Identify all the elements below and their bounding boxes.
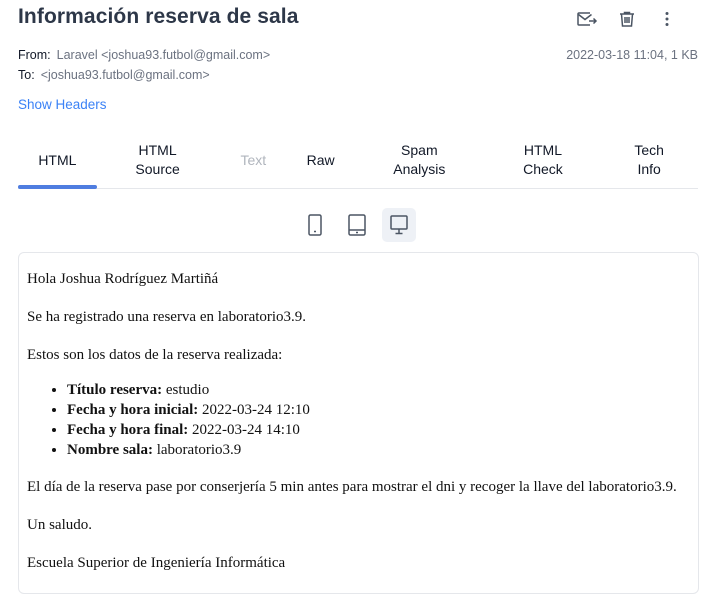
tab-text: Text	[240, 151, 267, 168]
tab-spam-analysis[interactable]: Spam Analysis	[353, 132, 486, 188]
detail-end: Fecha y hora final: 2022-03-24 14:10	[67, 420, 697, 440]
to-line: To: <joshua93.futbol@gmail.com>	[18, 68, 210, 82]
reservation-details-list: Título reserva: estudio Fecha y hora ini…	[27, 380, 697, 460]
message-actions	[567, 8, 687, 30]
tablet-view-button[interactable]	[340, 208, 374, 242]
show-headers-link[interactable]: Show Headers	[18, 97, 107, 112]
more-vertical-icon	[665, 12, 669, 26]
detail-start: Fecha y hora inicial: 2022-03-24 12:10	[67, 400, 697, 420]
from-value: Laravel <joshua93.futbol@gmail.com>	[56, 48, 271, 62]
email-greeting: Hola Joshua Rodríguez Martiñá	[27, 271, 219, 287]
to-label: To:	[18, 68, 35, 82]
email-signature: Escuela Superior de Ingeniería Informáti…	[27, 555, 286, 571]
tab-raw[interactable]: Raw	[288, 132, 353, 188]
tab-html-source[interactable]: HTML Source	[97, 132, 219, 188]
email-body: Hola Joshua Rodríguez Martiñá Se ha regi…	[27, 270, 697, 592]
forward-icon	[577, 12, 598, 26]
desktop-view-button[interactable]	[382, 208, 416, 242]
email-line-details-intro: Estos son los datos de la reserva realiz…	[27, 347, 283, 363]
device-preview-toggle	[298, 208, 416, 242]
tab-html[interactable]: HTML	[18, 132, 97, 189]
delete-button[interactable]	[607, 8, 647, 30]
desktop-icon	[390, 215, 408, 235]
email-closing: Un saludo.	[27, 517, 92, 533]
tab-tech-info[interactable]: Tech Info	[600, 132, 698, 188]
more-button[interactable]	[647, 8, 687, 30]
detail-room: Nombre sala: laboratorio3.9	[67, 440, 697, 460]
view-tabs: HTML HTML Source Text Raw Spam Analysis …	[18, 132, 698, 189]
trash-icon	[620, 11, 634, 27]
forward-button[interactable]	[567, 8, 607, 30]
email-subject: Información reserva de sala	[18, 5, 299, 28]
phone-view-button[interactable]	[298, 208, 332, 242]
email-line-registered: Se ha registrado una reserva en laborato…	[27, 309, 307, 325]
from-line: From: Laravel <joshua93.futbol@gmail.com>	[18, 48, 270, 62]
to-value: <joshua93.futbol@gmail.com>	[40, 68, 210, 82]
detail-title: Título reserva: estudio	[67, 380, 697, 400]
tab-html-check[interactable]: HTML Check	[486, 132, 601, 188]
date-size: 2022-03-18 11:04, 1 KB	[566, 48, 698, 62]
email-line-instructions: El día de la reserva pase por conserjerí…	[27, 479, 677, 495]
from-label: From:	[18, 48, 51, 62]
tablet-icon	[348, 214, 366, 236]
phone-icon	[308, 214, 322, 236]
